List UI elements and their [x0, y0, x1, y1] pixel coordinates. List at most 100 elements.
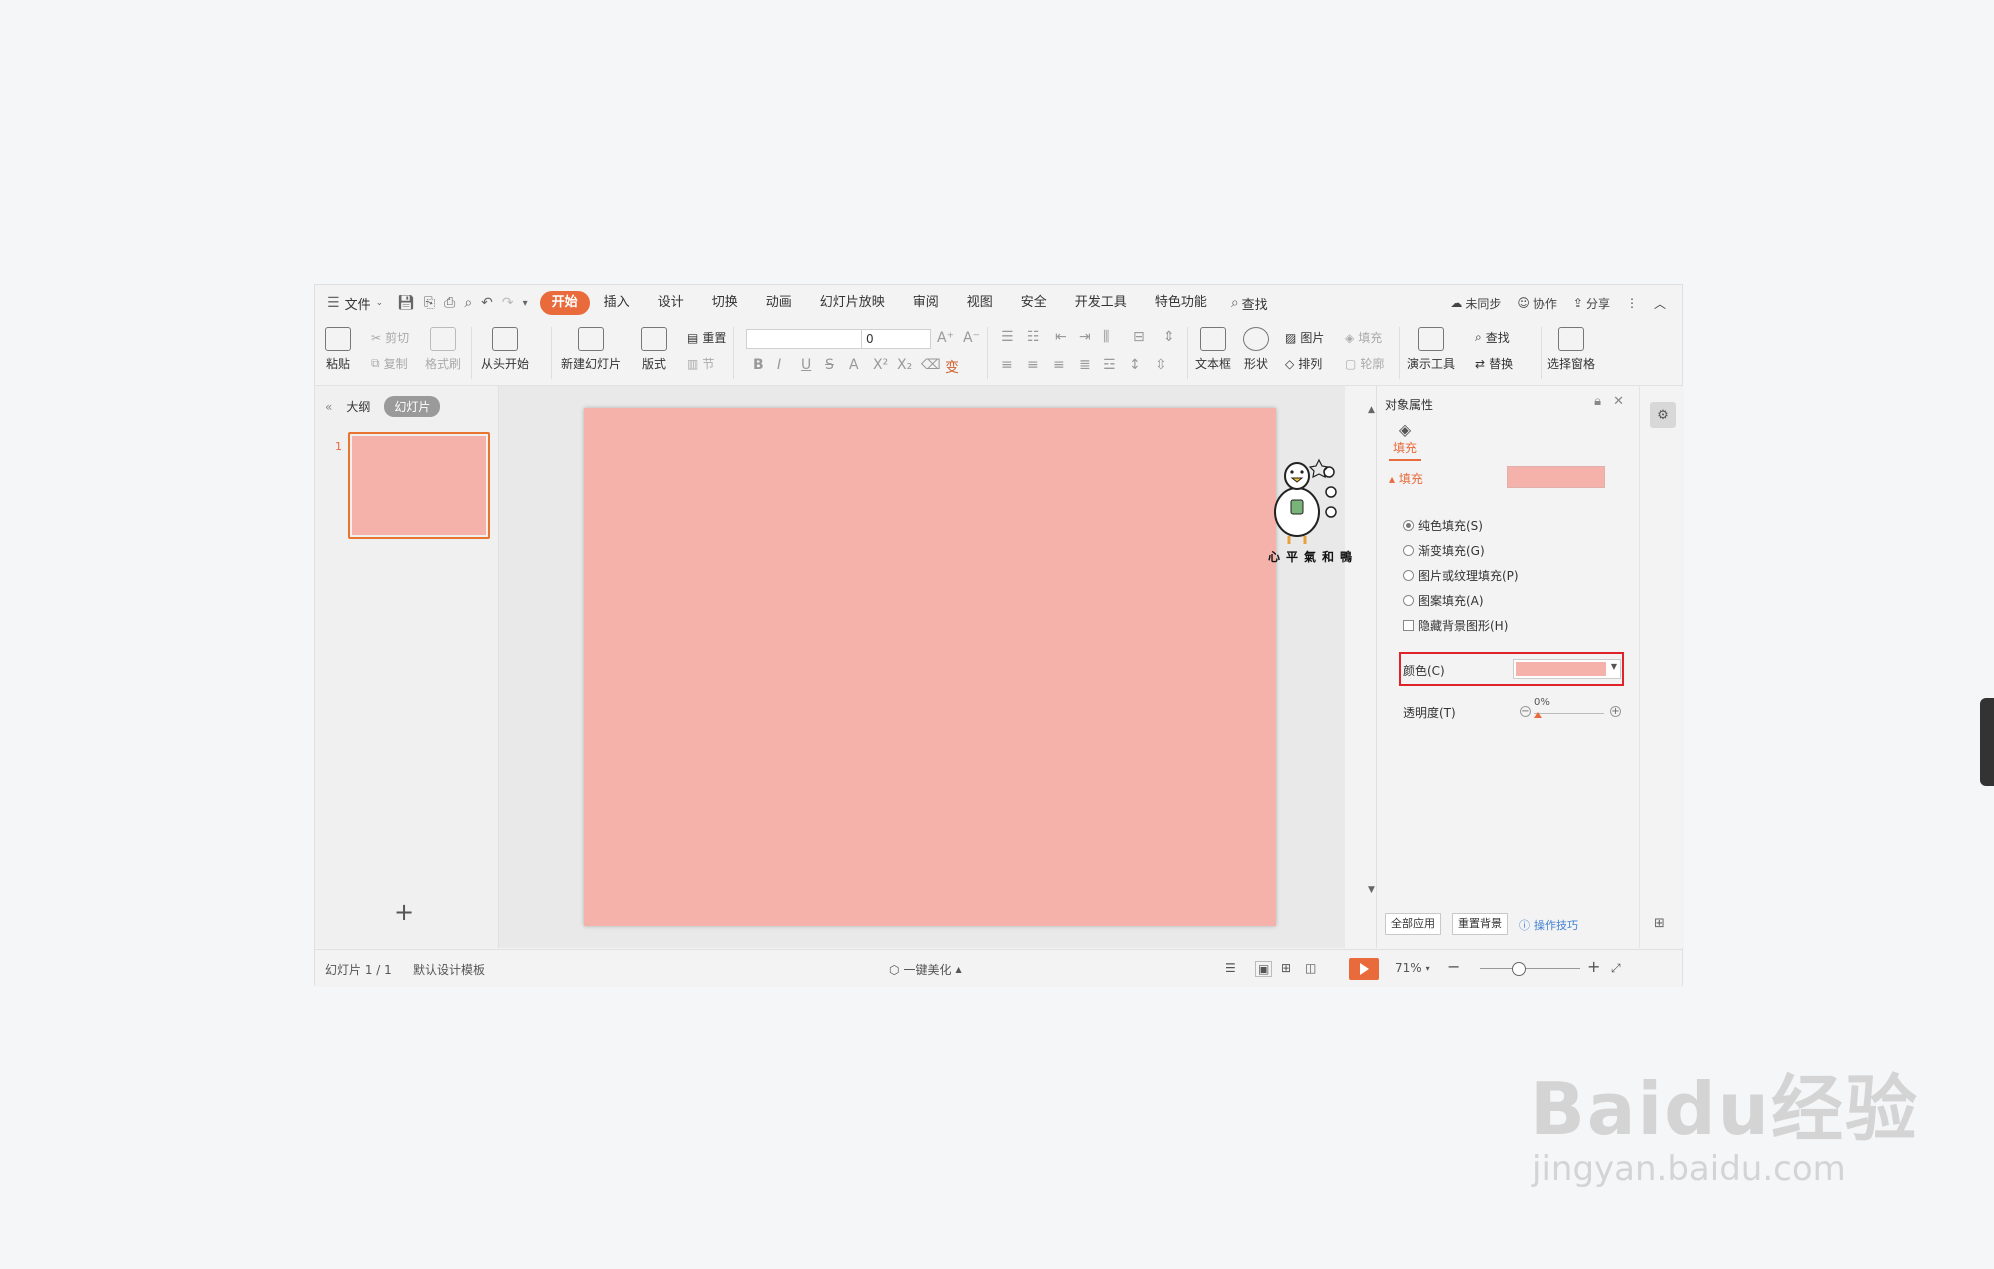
find-button[interactable]: ⌕ 查找 [1475, 329, 1510, 346]
gradient-fill-option[interactable]: 渐变填充(G) [1403, 542, 1485, 559]
superscript-icon[interactable]: X² [873, 357, 888, 373]
slide-thumbnail[interactable] [348, 432, 490, 539]
tab-special-features[interactable]: 特色功能 [1141, 291, 1221, 315]
notes-toggle-icon[interactable]: ☰ [1225, 961, 1236, 975]
tab-slides[interactable]: 幻灯片 [384, 396, 441, 417]
normal-view-icon[interactable]: ▣ [1255, 961, 1273, 977]
increase-font-icon[interactable]: A⁺ [937, 330, 954, 346]
search-button[interactable]: ⌕ 查找 [1231, 294, 1268, 313]
textbox-button[interactable]: 文本框 [1195, 327, 1231, 372]
print-preview-icon[interactable]: ⌕ [464, 295, 472, 311]
align-right-icon[interactable]: ≡ [1053, 357, 1065, 373]
add-slide-icon[interactable]: + [394, 898, 414, 926]
arrange-button[interactable]: ◇ 排列 [1285, 355, 1322, 372]
close-icon[interactable]: ✕ [1613, 394, 1624, 409]
collaborate-button[interactable]: ☺ 协作 [1517, 295, 1557, 312]
subscript-icon[interactable]: X₂ [897, 357, 912, 373]
cut-button[interactable]: ✂ 剪切 [371, 329, 409, 346]
zoom-slider-track[interactable] [1480, 968, 1580, 969]
presentation-tools-button[interactable]: 演示工具 [1407, 327, 1455, 372]
properties-toggle-icon[interactable]: ⚙ [1650, 402, 1676, 428]
tips-link[interactable]: ⓘ 操作技巧 [1519, 917, 1578, 933]
outline-button[interactable]: ▢ 轮廓 [1345, 355, 1384, 372]
undo-icon[interactable]: ↶ [481, 295, 493, 311]
align-left-icon[interactable]: ≡ [1001, 357, 1013, 373]
tab-insert[interactable]: 插入 [590, 291, 644, 315]
grid-apps-icon[interactable]: ⊞ [1654, 916, 1665, 931]
more-options-icon[interactable]: ⋮ [1626, 296, 1638, 310]
text-direction-icon[interactable]: ⊟ [1133, 329, 1145, 345]
hide-background-checkbox[interactable]: 隐藏背景图形(H) [1403, 617, 1508, 634]
zoom-dropdown[interactable]: 71% ▾ [1395, 961, 1430, 975]
tab-fill[interactable]: ◈ 填充 [1389, 420, 1421, 461]
redo-icon[interactable]: ↷ [502, 295, 514, 311]
picture-fill-option[interactable]: 图片或纹理填充(P) [1403, 567, 1519, 584]
increase-indent-icon[interactable]: ⇥ [1079, 329, 1091, 345]
line-spacing-icon[interactable]: ⇕ [1163, 329, 1175, 345]
distribute-icon[interactable]: ☲ [1103, 357, 1116, 373]
bullet-list-icon[interactable]: ☰ [1001, 329, 1014, 345]
format-painter-button[interactable]: 格式刷 [425, 327, 461, 372]
align-center-icon[interactable]: ≡ [1027, 357, 1039, 373]
play-from-start-button[interactable]: 从头开始 [481, 327, 529, 372]
decrease-indent-icon[interactable]: ⇤ [1055, 329, 1067, 345]
tab-developer[interactable]: 开发工具 [1061, 291, 1141, 315]
justify-icon[interactable]: ≣ [1079, 357, 1091, 373]
text-effect-icon[interactable]: 变 [945, 357, 959, 377]
replace-button[interactable]: ⇄ 替换 [1475, 355, 1513, 372]
collapse-panel-icon[interactable]: « [325, 400, 332, 414]
plus-icon[interactable]: + [1610, 706, 1621, 717]
sorter-view-icon[interactable]: ⊞ [1281, 961, 1291, 975]
zoom-slider-handle[interactable] [1512, 962, 1526, 976]
tab-outline[interactable]: 大纲 [346, 398, 370, 415]
sync-status-button[interactable]: ☁ 未同步 [1450, 295, 1501, 312]
zoom-in-icon[interactable]: + [1587, 957, 1600, 976]
underline-icon[interactable]: U [801, 357, 811, 373]
italic-icon[interactable]: I [777, 357, 781, 373]
reset-background-button[interactable]: 重置背景 [1452, 913, 1508, 935]
collapse-ribbon-icon[interactable]: ︿ [1654, 295, 1666, 312]
copy-button[interactable]: ⧉ 复制 [371, 355, 408, 372]
strikethrough-icon[interactable]: S [825, 357, 834, 373]
font-size-select[interactable]: 0 [861, 329, 931, 349]
selection-pane-button[interactable]: 选择窗格 [1547, 327, 1595, 372]
text-align-icon[interactable]: ⇳ [1155, 357, 1167, 373]
decrease-font-icon[interactable]: A⁻ [963, 330, 980, 346]
save-icon[interactable]: 💾︎ [397, 295, 415, 311]
fill-section-header[interactable]: ▴ 填充 [1389, 470, 1423, 487]
beautify-button[interactable]: ⬡ 一键美化 ▲ [889, 961, 962, 978]
para-spacing-icon[interactable]: ↕ [1129, 357, 1141, 373]
shape-button[interactable]: 形状 [1243, 327, 1269, 372]
reset-button[interactable]: ▤ 重置 [687, 329, 726, 346]
font-family-select[interactable] [746, 329, 864, 349]
tab-slideshow[interactable]: 幻灯片放映 [806, 291, 899, 315]
panel-title[interactable]: 对象属性 [1385, 396, 1433, 413]
tab-animation[interactable]: 动画 [752, 291, 806, 315]
clear-format-icon[interactable]: ⌫ [921, 357, 941, 373]
slider-handle[interactable] [1534, 712, 1542, 718]
export-pdf-icon[interactable]: ⎘ [424, 295, 435, 311]
share-button[interactable]: ⇪ 分享 [1573, 295, 1610, 312]
tab-home[interactable]: 开始 [539, 291, 590, 315]
lock-icon[interactable]: 🔒︎ [1594, 394, 1601, 409]
current-slide[interactable] [584, 408, 1276, 926]
reading-view-icon[interactable]: ◫ [1305, 961, 1316, 975]
minus-icon[interactable]: − [1520, 706, 1531, 717]
paste-button[interactable]: 粘贴 [325, 327, 351, 372]
scroll-down-icon[interactable]: ▼ [1368, 885, 1375, 895]
bold-icon[interactable]: B [753, 357, 764, 373]
font-color-icon[interactable]: A [849, 357, 859, 373]
play-slideshow-button[interactable] [1349, 958, 1379, 980]
layout-button[interactable]: 版式 [641, 327, 667, 372]
template-name[interactable]: 默认设计模板 [413, 961, 485, 978]
tab-transition[interactable]: 切换 [698, 291, 752, 315]
file-menu[interactable]: ☰ 文件 ⌄ [327, 294, 383, 313]
tab-review[interactable]: 审阅 [899, 291, 953, 315]
tab-design[interactable]: 设计 [644, 291, 698, 315]
edge-widget-handle[interactable] [1980, 698, 1994, 786]
tab-security[interactable]: 安全 [1007, 291, 1061, 315]
customize-toolbar-icon[interactable]: ▾ [523, 298, 528, 309]
picture-button[interactable]: ▨ 图片 [1285, 329, 1324, 346]
section-button[interactable]: ▥ 节 [687, 355, 714, 372]
solid-fill-option[interactable]: 纯色填充(S) [1403, 517, 1483, 534]
